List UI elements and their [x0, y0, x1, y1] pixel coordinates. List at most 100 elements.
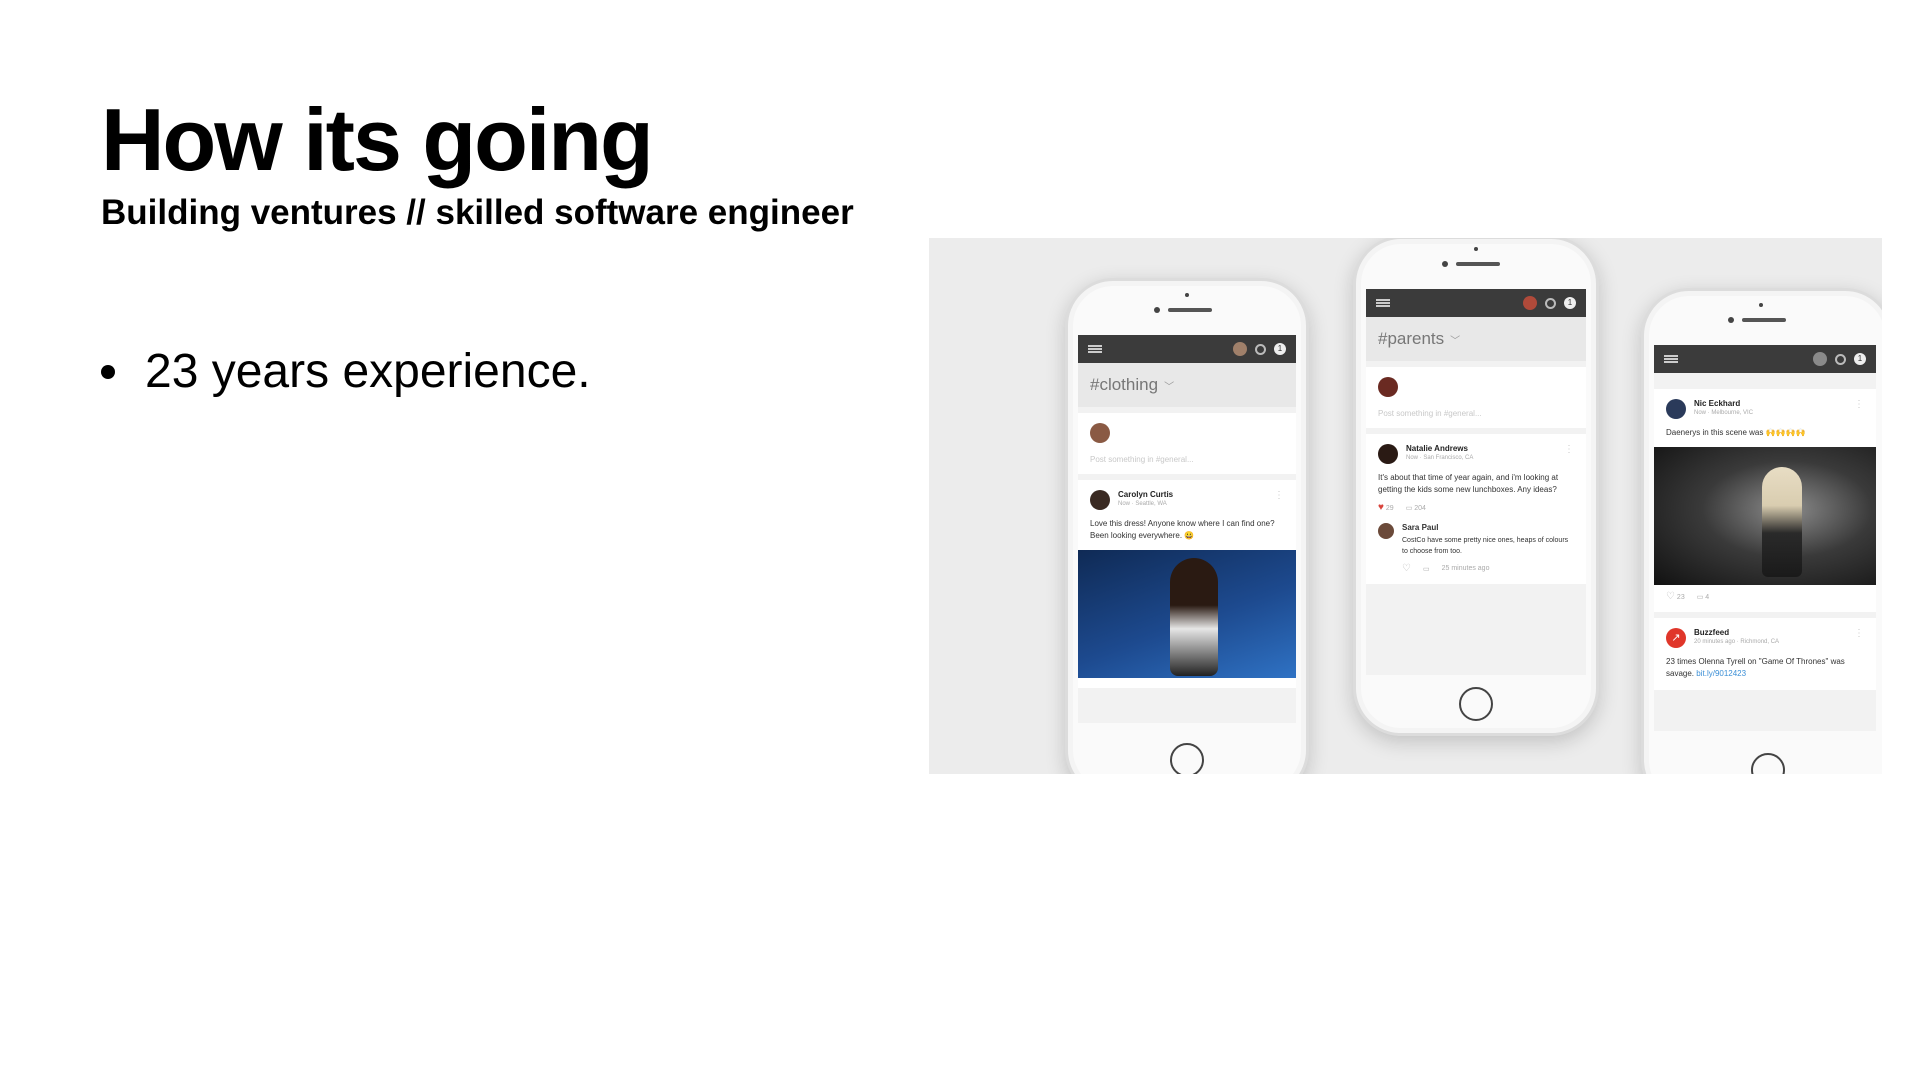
post-photo	[1078, 550, 1296, 678]
like-count: 29	[1385, 505, 1394, 512]
post-text-body: 23 times Olenna Tyrell on "Game Of Thron…	[1666, 657, 1845, 678]
chevron-down-icon: ﹀	[1450, 335, 1461, 347]
user-avatar-icon[interactable]	[1233, 342, 1247, 356]
like-count: 23	[1676, 594, 1685, 601]
slide-subtitle: Building ventures // skilled software en…	[101, 193, 854, 232]
menu-icon[interactable]	[1664, 355, 1678, 363]
phone-left: 1 #clothing ﹀ Post something in #general…	[1065, 278, 1309, 774]
reply-author: Sara Paul	[1402, 523, 1439, 532]
reply-item: Sara Paul CostCo have some pretty nice o…	[1378, 523, 1574, 574]
notification-icon[interactable]: 1	[1564, 297, 1576, 309]
compose-card[interactable]: Post something in #general...	[1366, 367, 1586, 428]
phone-sensor-icon	[1185, 293, 1189, 297]
reply-meta: ♡ ▭ 25 minutes ago	[1402, 563, 1574, 574]
post-reactions: ♥ 29 ▭ 204	[1378, 502, 1574, 513]
more-options-icon[interactable]: ⋮	[1564, 444, 1574, 455]
channel-name: #parents	[1378, 329, 1445, 348]
app-topbar: 1	[1366, 289, 1586, 317]
post-photo	[1654, 447, 1876, 585]
compose-placeholder: Post something in #general...	[1090, 455, 1194, 464]
buzzfeed-logo-icon: ↗	[1666, 628, 1686, 648]
phone-speaker-icon	[1456, 262, 1500, 266]
phone-middle-screen: 1 #parents ﹀ Post something in #general.…	[1366, 289, 1586, 675]
phone-middle: 1 #parents ﹀ Post something in #general.…	[1353, 238, 1599, 736]
post-text: 23 times Olenna Tyrell on "Game Of Thron…	[1666, 656, 1864, 680]
comment-count: 4	[1705, 593, 1710, 601]
comment-icon[interactable]: ▭	[1697, 594, 1704, 601]
bullet-text: 23 years experience.	[145, 345, 591, 398]
post-card: Natalie Andrews Now · San Francisco, CA …	[1366, 434, 1586, 584]
home-button-icon[interactable]	[1459, 687, 1493, 721]
post-header: ↗ Buzzfeed 20 minutes ago · Richmond, CA…	[1666, 628, 1864, 648]
heart-icon[interactable]: ♥	[1378, 502, 1384, 513]
post-header: Natalie Andrews Now · San Francisco, CA …	[1378, 444, 1574, 464]
phone-sensor-icon	[1474, 247, 1478, 251]
comment-icon[interactable]: ▭	[1423, 565, 1430, 573]
compose-card[interactable]: Post something in #general...	[1078, 413, 1296, 474]
post-card: Carolyn Curtis Now · Seattle, WA ⋮ Love …	[1078, 480, 1296, 688]
search-icon[interactable]	[1255, 343, 1266, 355]
heart-outline-icon[interactable]: ♡	[1402, 563, 1411, 574]
chevron-down-icon: ﹀	[1164, 381, 1175, 393]
home-button-icon[interactable]	[1751, 753, 1785, 774]
post-card: ↗ Buzzfeed 20 minutes ago · Richmond, CA…	[1654, 618, 1876, 690]
compose-placeholder: Post something in #general...	[1378, 409, 1482, 418]
post-meta: Now · Seattle, WA	[1118, 501, 1167, 507]
post-text: It's about that time of year again, and …	[1378, 473, 1559, 494]
comment-icon[interactable]: ▭	[1406, 505, 1413, 512]
comment-count: 204	[1414, 504, 1426, 512]
channel-selector[interactable]: #parents ﹀	[1366, 317, 1586, 361]
post-meta: Now · Melbourne, VIC	[1694, 410, 1754, 416]
more-options-icon[interactable]: ⋮	[1274, 490, 1284, 501]
phone-camera-icon	[1442, 261, 1448, 267]
app-screenshot-panel: 1 #clothing ﹀ Post something in #general…	[929, 238, 1882, 774]
phone-sensor-icon	[1759, 303, 1763, 307]
avatar	[1378, 377, 1398, 397]
post-header: Nic Eckhard Now · Melbourne, VIC ⋮	[1666, 399, 1864, 419]
post-author: Natalie Andrews	[1406, 444, 1468, 453]
channel-name: #clothing	[1090, 375, 1159, 394]
user-avatar-icon[interactable]	[1523, 296, 1537, 310]
bullet-list: 23 years experience.	[101, 343, 591, 401]
avatar	[1378, 523, 1394, 539]
post-reactions: ♡ 23 ▭ 4	[1666, 591, 1864, 602]
more-options-icon[interactable]: ⋮	[1854, 399, 1864, 410]
notification-icon[interactable]: 1	[1854, 353, 1866, 365]
menu-icon[interactable]	[1376, 299, 1390, 307]
user-avatar-icon[interactable]	[1813, 352, 1827, 366]
search-icon[interactable]	[1545, 297, 1556, 309]
post-text: Daenerys in this scene was 🙌🙌🙌🙌	[1666, 428, 1806, 437]
avatar	[1378, 444, 1398, 464]
throne-figure	[1762, 467, 1802, 577]
phone-left-screen: 1 #clothing ﹀ Post something in #general…	[1078, 335, 1296, 723]
bullet-item: 23 years experience.	[101, 343, 591, 401]
post-author: Carolyn Curtis	[1118, 490, 1174, 499]
bullet-dot-icon	[101, 364, 115, 379]
notification-icon[interactable]: 1	[1274, 343, 1286, 355]
app-topbar: 1	[1654, 345, 1876, 373]
post-author: Buzzfeed	[1694, 628, 1730, 637]
slide-title: How its going	[101, 90, 654, 189]
post-meta: Now · San Francisco, CA	[1406, 455, 1474, 461]
avatar	[1666, 399, 1686, 419]
phone-camera-icon	[1728, 317, 1734, 323]
search-icon[interactable]	[1835, 353, 1846, 365]
post-meta: 20 minutes ago · Richmond, CA	[1694, 639, 1780, 645]
tennis-player-figure	[1170, 558, 1218, 676]
post-text: Love this dress! Anyone know where I can…	[1090, 519, 1275, 540]
more-options-icon[interactable]: ⋮	[1854, 628, 1864, 639]
reply-time: 25 minutes ago	[1441, 565, 1490, 572]
post-card: Nic Eckhard Now · Melbourne, VIC ⋮ Daene…	[1654, 389, 1876, 612]
phone-camera-icon	[1154, 307, 1160, 313]
phone-speaker-icon	[1168, 308, 1212, 312]
phone-right: 1 Nic Eckhard Now · Melbourne, VIC ⋮ Dae…	[1641, 288, 1882, 774]
channel-selector[interactable]: #clothing ﹀	[1078, 363, 1296, 407]
post-header: Carolyn Curtis Now · Seattle, WA ⋮	[1090, 490, 1284, 510]
heart-outline-icon[interactable]: ♡	[1666, 591, 1675, 602]
menu-icon[interactable]	[1088, 345, 1102, 353]
home-button-icon[interactable]	[1170, 743, 1204, 774]
post-author: Nic Eckhard	[1694, 399, 1741, 408]
phone-speaker-icon	[1742, 318, 1786, 322]
app-topbar: 1	[1078, 335, 1296, 363]
post-link[interactable]: bit.ly/9012423	[1696, 669, 1746, 678]
